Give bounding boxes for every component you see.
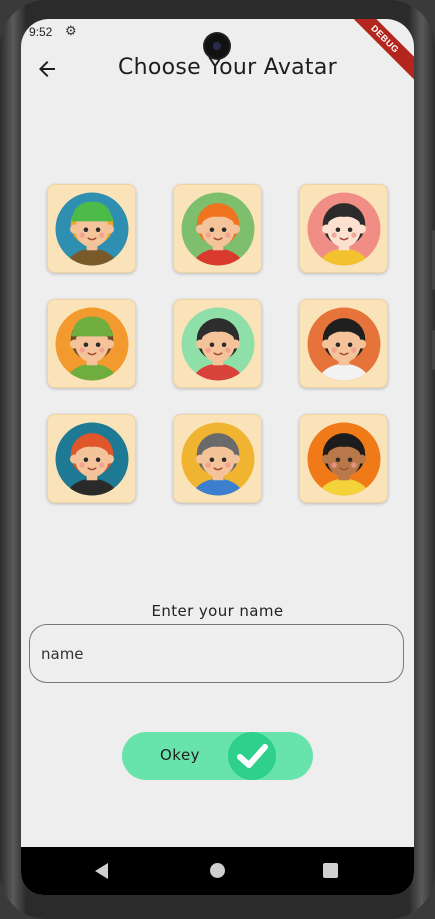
avatar-option[interactable]: [47, 414, 136, 503]
avatar-boy-green-beanie-icon: [55, 307, 128, 380]
name-label: Enter your name: [151, 602, 284, 620]
nav-back-icon[interactable]: [95, 863, 108, 879]
avatar-option[interactable]: [47, 184, 136, 273]
checkmark-icon: [228, 732, 276, 780]
avatar-option[interactable]: [173, 184, 262, 273]
avatar-option[interactable]: [173, 299, 262, 388]
app-bar: Choose Your Avatar: [21, 47, 414, 91]
avatar-option[interactable]: [299, 184, 388, 273]
avatar-girl-black-buns-icon: [307, 192, 380, 265]
avatar-option[interactable]: [47, 299, 136, 388]
nav-home-icon[interactable]: [210, 863, 225, 878]
okey-button-label: Okey: [160, 746, 201, 764]
avatar-grid: [47, 184, 392, 503]
avatar-boy-orange-hair-icon: [181, 192, 254, 265]
name-input[interactable]: [29, 624, 404, 683]
arrow-left-icon[interactable]: [35, 57, 59, 81]
nav-recents-icon[interactable]: [323, 863, 338, 878]
phone-frame: 9:52 ⚙ DEBUG Choose Your Avatar Enter yo…: [0, 0, 435, 919]
status-time: 9:52: [29, 25, 53, 39]
avatar-girl-black-hair-icon: [307, 307, 380, 380]
avatar-option[interactable]: [299, 299, 388, 388]
page-title: Choose Your Avatar: [118, 55, 337, 80]
avatar-option[interactable]: [299, 414, 388, 503]
avatar-girl-red-hair-icon: [55, 422, 128, 495]
okey-button[interactable]: Okey: [122, 732, 313, 780]
avatar-boy-dark-hair-icon: [181, 307, 254, 380]
system-nav-bar: [21, 847, 414, 895]
gear-icon: ⚙: [65, 23, 77, 38]
avatar-grandma-glasses-icon: [181, 422, 254, 495]
app-screen: 9:52 ⚙ DEBUG Choose Your Avatar Enter yo…: [21, 19, 414, 895]
avatar-option[interactable]: [173, 414, 262, 503]
avatar-boy-green-cap-icon: [55, 192, 128, 265]
avatar-girl-curly-hair-icon: [307, 422, 380, 495]
